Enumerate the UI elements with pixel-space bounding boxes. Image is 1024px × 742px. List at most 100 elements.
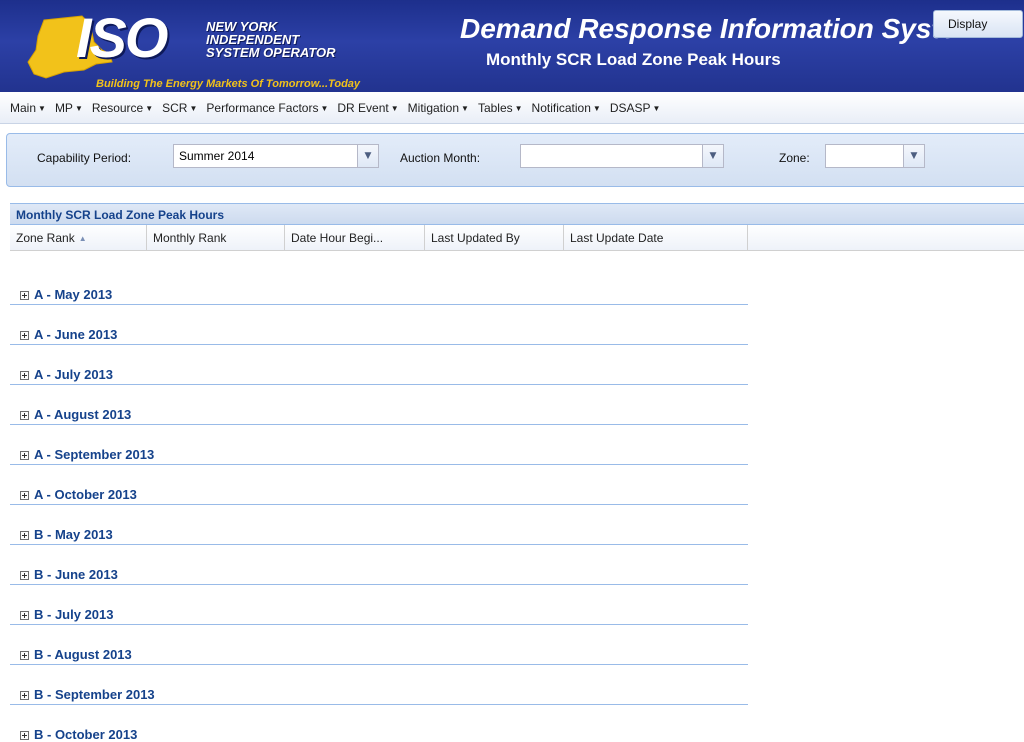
column-header-zone-rank[interactable]: Zone Rank ▲: [10, 225, 147, 250]
column-label: Zone Rank: [16, 231, 75, 245]
menu-mitigation[interactable]: Mitigation ▼: [408, 101, 469, 115]
column-header-date-hour-begin[interactable]: Date Hour Begi...: [285, 225, 425, 250]
group-label: B - June 2013: [34, 567, 118, 582]
menu-label: Notification: [531, 100, 591, 115]
expand-plus-icon[interactable]: [20, 411, 29, 420]
caret-down-icon: ▼: [74, 103, 83, 113]
group-label: B - October 2013: [34, 727, 138, 742]
logo-org-name: NEW YORK INDEPENDENT SYSTEM OPERATOR: [206, 20, 336, 59]
menu-label: DSASP: [609, 100, 651, 115]
group-row[interactable]: B - June 2013: [10, 545, 748, 585]
chevron-down-icon[interactable]: ▼: [357, 145, 378, 167]
expand-plus-icon[interactable]: [20, 291, 29, 300]
app-title: Demand Response Information System: [460, 13, 982, 44]
auction-month-select[interactable]: ▼: [520, 144, 724, 168]
zone-select[interactable]: ▼: [825, 144, 925, 168]
column-label: Date Hour Begi...: [291, 231, 384, 245]
menu-main[interactable]: Main ▼: [10, 101, 46, 115]
menu-label: Mitigation: [407, 100, 460, 115]
column-label: Monthly Rank: [153, 231, 227, 245]
logo-iso-text: ISO: [76, 6, 168, 69]
filter-panel: Capability Period: Summer 2014 ▼ Auction…: [6, 133, 1024, 187]
caret-down-icon: ▼: [592, 103, 601, 113]
group-label: A - September 2013: [34, 447, 155, 462]
expand-plus-icon[interactable]: [20, 651, 29, 660]
group-label: B - September 2013: [34, 687, 155, 702]
expand-plus-icon[interactable]: [20, 451, 29, 460]
group-row[interactable]: B - October 2013: [10, 705, 748, 742]
menu-label: Resource: [91, 100, 144, 115]
caret-down-icon: ▼: [461, 103, 469, 113]
caret-down-icon: ▼: [38, 103, 46, 113]
expand-plus-icon[interactable]: [20, 611, 29, 620]
column-label: Last Updated By: [431, 231, 520, 245]
logo-tagline: Building The Energy Markets Of Tomorrow.…: [96, 78, 361, 90]
menu-label: DR Event: [337, 100, 389, 115]
expand-plus-icon[interactable]: [20, 571, 29, 580]
display-button[interactable]: Display: [933, 10, 1023, 38]
nyiso-logo[interactable]: ISO NEW YORK INDEPENDENT SYSTEM OPERATOR…: [16, 4, 456, 90]
group-row[interactable]: A - July 2013: [10, 345, 748, 385]
group-row[interactable]: B - May 2013: [10, 505, 748, 545]
group-row[interactable]: A - August 2013: [10, 385, 748, 425]
caret-down-icon: ▼: [652, 103, 661, 113]
menu-scr[interactable]: SCR ▼: [162, 101, 197, 115]
chevron-down-icon[interactable]: ▼: [702, 145, 723, 167]
group-label: B - May 2013: [34, 527, 113, 542]
logo-org-line: SYSTEM OPERATOR: [206, 45, 336, 60]
group-row[interactable]: B - September 2013: [10, 665, 748, 705]
column-header-last-updated-by[interactable]: Last Updated By: [425, 225, 564, 250]
menu-notification[interactable]: Notification ▼: [532, 101, 601, 115]
menu-label: Performance Factors: [206, 100, 319, 115]
menu-tables[interactable]: Tables ▼: [478, 101, 523, 115]
menu-resource[interactable]: Resource ▼: [92, 101, 153, 115]
group-row[interactable]: A - September 2013: [10, 425, 748, 465]
caret-down-icon: ▼: [390, 103, 399, 113]
grid-title: Monthly SCR Load Zone Peak Hours: [10, 203, 1024, 225]
menu-label: SCR: [162, 100, 188, 115]
caret-down-icon: ▼: [320, 103, 329, 113]
grid-header: Zone Rank ▲ Monthly Rank Date Hour Begi..…: [10, 225, 1024, 251]
group-row[interactable]: A - June 2013: [10, 305, 748, 345]
menu-mp[interactable]: MP ▼: [55, 101, 83, 115]
auction-month-label: Auction Month:: [400, 151, 481, 165]
menu-performance-factors[interactable]: Performance Factors ▼: [206, 101, 328, 115]
main-menu-bar: Main ▼ MP ▼ Resource ▼ SCR ▼ Performance Fac…: [0, 92, 1024, 124]
group-label: A - August 2013: [34, 407, 132, 422]
menu-dr-event[interactable]: DR Event ▼: [337, 101, 398, 115]
caret-down-icon: ▼: [189, 103, 198, 113]
menu-label: MP: [54, 100, 73, 115]
menu-dsasp[interactable]: DSASP ▼: [610, 101, 661, 115]
group-label: B - August 2013: [34, 647, 132, 662]
column-label: Last Update Date: [570, 231, 664, 245]
column-header-monthly-rank[interactable]: Monthly Rank: [147, 225, 285, 250]
expand-plus-icon[interactable]: [20, 371, 29, 380]
menu-label: Main: [10, 100, 37, 115]
app-header: ISO NEW YORK INDEPENDENT SYSTEM OPERATOR…: [0, 0, 1024, 92]
expand-plus-icon[interactable]: [20, 491, 29, 500]
caret-down-icon: ▼: [145, 103, 154, 113]
group-label: A - October 2013: [34, 487, 137, 502]
group-row[interactable]: B - July 2013: [10, 585, 748, 625]
group-row[interactable]: A - May 2013: [10, 265, 748, 305]
group-label: A - May 2013: [34, 287, 113, 302]
group-label: A - July 2013: [34, 367, 114, 382]
group-row[interactable]: A - October 2013: [10, 465, 748, 505]
expand-plus-icon[interactable]: [20, 531, 29, 540]
page-title: Monthly SCR Load Zone Peak Hours: [486, 50, 781, 69]
group-row[interactable]: B - August 2013: [10, 625, 748, 665]
capability-period-select[interactable]: Summer 2014 ▼: [173, 144, 379, 168]
caret-down-icon: ▼: [514, 103, 523, 113]
sort-ascending-icon: ▲: [78, 234, 87, 243]
expand-plus-icon[interactable]: [20, 691, 29, 700]
column-header-last-update-date[interactable]: Last Update Date: [564, 225, 748, 250]
capability-period-value: Summer 2014: [179, 149, 255, 163]
capability-period-label: Capability Period:: [37, 151, 132, 165]
menu-label: Tables: [477, 100, 513, 115]
zone-label: Zone:: [779, 151, 810, 165]
chevron-down-icon[interactable]: ▼: [903, 145, 924, 167]
group-label: A - June 2013: [34, 327, 118, 342]
group-label: B - July 2013: [34, 607, 114, 622]
expand-plus-icon[interactable]: [20, 731, 29, 740]
expand-plus-icon[interactable]: [20, 331, 29, 340]
